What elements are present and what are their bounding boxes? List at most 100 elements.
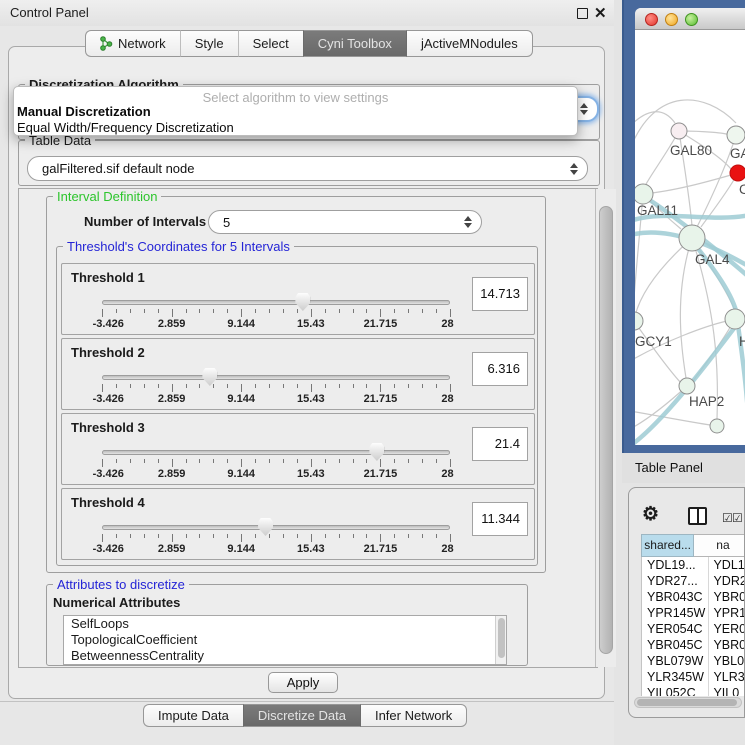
scale-label: 2.859 xyxy=(158,318,186,330)
attribute-list-item[interactable]: SelfLoops xyxy=(64,616,506,632)
table-row[interactable]: YLR345WYLR3 xyxy=(642,669,745,685)
threshold-value-field[interactable]: 21.4 xyxy=(472,427,528,461)
vertical-scrollbar-thumb[interactable] xyxy=(599,206,613,654)
network-node-gcy1[interactable] xyxy=(635,312,643,330)
threshold-value-field[interactable]: 6.316 xyxy=(472,352,528,386)
tab-jactivemnodules[interactable]: jActiveMNodules xyxy=(407,30,533,57)
network-node-gal80[interactable] xyxy=(671,123,687,139)
attribute-list-item[interactable]: TopologicalCoefficient xyxy=(64,632,506,648)
table-row[interactable]: YIL052CYIL0 xyxy=(642,685,745,696)
slider-scale-labels: -3.4262.8599.14415.4321.71528 xyxy=(102,393,450,405)
network-node-hap2[interactable] xyxy=(679,378,695,394)
network-node-label: GCY1 xyxy=(635,334,672,349)
scale-label: 15.43 xyxy=(297,393,325,405)
tab-label: Style xyxy=(195,36,224,51)
tab-discretize-data[interactable]: Discretize Data xyxy=(243,704,361,727)
network-node-ga[interactable] xyxy=(727,126,745,144)
table-row[interactable]: YDL19...YDL1 xyxy=(642,557,745,573)
network-node-gal11[interactable] xyxy=(635,184,653,204)
gear-icon[interactable]: ⚙ xyxy=(642,503,659,526)
network-node-label: GAL11 xyxy=(637,203,678,218)
threshold-label: Threshold 3 xyxy=(71,420,145,435)
checkbox-icon[interactable]: ☑ xyxy=(732,511,743,525)
horizontal-scrollbar[interactable] xyxy=(634,697,742,708)
network-canvas[interactable]: GAL80GACGAL11GAL4GCY1HHAP2 xyxy=(635,31,745,445)
attributes-group: Attributes to discretize Numerical Attri… xyxy=(46,584,528,666)
slider-track[interactable] xyxy=(102,300,450,305)
tab-style[interactable]: Style xyxy=(180,30,238,57)
num-intervals-value: 5 xyxy=(223,215,230,230)
threshold-value-field[interactable]: 11.344 xyxy=(472,502,528,536)
column-header-name[interactable]: na xyxy=(694,534,745,557)
column-header-shared[interactable]: shared... xyxy=(641,534,694,557)
table-row[interactable]: YBL079WYBL0 xyxy=(642,653,745,669)
vertical-scrollbar[interactable] xyxy=(595,189,616,667)
apply-button[interactable]: Apply xyxy=(268,672,338,693)
table-data-combo-value: galFiltered.sif default node xyxy=(42,161,194,176)
table-row[interactable]: YBR043CYBR0 xyxy=(642,589,745,605)
slider-scale-labels: -3.4262.8599.14415.4321.71528 xyxy=(102,543,450,555)
scale-label: 21.715 xyxy=(364,393,398,405)
scale-label: 28 xyxy=(441,393,453,405)
table-data-combo[interactable]: galFiltered.sif default node xyxy=(27,156,588,181)
tab-label: Select xyxy=(253,36,289,51)
tab-cyni-toolbox[interactable]: Cyni Toolbox xyxy=(303,30,407,57)
control-panel: Control Panel ✕ NetworkStyleSelectCyni T… xyxy=(0,0,614,745)
popup-option-equal-width[interactable]: Equal Width/Frequency Discretization xyxy=(17,120,234,135)
tab-label: Infer Network xyxy=(375,708,452,723)
threshold-row-3: Threshold 3-3.4262.8599.14415.4321.71528… xyxy=(61,413,535,485)
screenshot-root: Control Panel ✕ NetworkStyleSelectCyni T… xyxy=(0,0,745,745)
slider-ticks xyxy=(102,309,450,317)
network-edge xyxy=(635,100,736,149)
cell-shared-name: YLR345W xyxy=(642,669,709,685)
network-node-label: GAL4 xyxy=(695,252,730,267)
float-window-icon[interactable] xyxy=(577,8,588,19)
zoom-traffic-light-icon[interactable] xyxy=(685,13,698,26)
list-scrollbar-thumb[interactable] xyxy=(498,618,505,658)
numerical-attributes-label: Numerical Attributes xyxy=(53,595,180,610)
node-attribute-table: shared... na YDL19...YDL1YDR27...YDR2YBR… xyxy=(641,534,745,696)
scale-label: 28 xyxy=(441,468,453,480)
tab-select[interactable]: Select xyxy=(238,30,303,57)
tab-impute-data[interactable]: Impute Data xyxy=(143,704,243,727)
tab-infer-network[interactable]: Infer Network xyxy=(361,704,467,727)
network-node[interactable] xyxy=(710,419,724,433)
combo-stepper-icon xyxy=(570,163,578,175)
num-intervals-combo[interactable]: 5 xyxy=(208,210,482,234)
table-row[interactable]: YER054CYER0 xyxy=(642,621,745,637)
table-row[interactable]: YPR145WYPR1 xyxy=(642,605,745,621)
cell-name: YBR0 xyxy=(709,589,745,605)
cell-name: YDL1 xyxy=(709,557,745,573)
slider-track[interactable] xyxy=(102,375,450,380)
slider-track[interactable] xyxy=(102,525,450,530)
network-node-h[interactable] xyxy=(725,309,745,329)
numerical-attributes-list[interactable]: SelfLoopsTopologicalCoefficientBetweenne… xyxy=(63,615,507,665)
list-scrollbar[interactable] xyxy=(495,616,506,664)
threshold-value-field[interactable]: 14.713 xyxy=(472,277,528,311)
algorithm-dropdown-popup: Select algorithm to view settings Manual… xyxy=(13,86,578,136)
popup-option-manual[interactable]: Manual Discretization xyxy=(17,104,151,119)
minimize-traffic-light-icon[interactable] xyxy=(665,13,678,26)
scale-label: 15.43 xyxy=(297,468,325,480)
horizontal-scrollbar-thumb[interactable] xyxy=(637,699,737,706)
table-row[interactable]: YDR27...YDR2 xyxy=(642,573,745,589)
network-node-gal4[interactable] xyxy=(679,225,705,251)
close-traffic-light-icon[interactable] xyxy=(645,13,658,26)
network-node-c[interactable] xyxy=(730,165,745,181)
split-columns-icon[interactable] xyxy=(688,507,707,525)
group-title-attributes: Attributes to discretize xyxy=(53,577,189,592)
popup-placeholder: Select algorithm to view settings xyxy=(14,90,577,105)
table-row[interactable]: YBR045CYBR0 xyxy=(642,637,745,653)
tab-network[interactable]: Network xyxy=(85,30,180,57)
combo-stepper-icon xyxy=(580,103,588,115)
scale-label: 2.859 xyxy=(158,393,186,405)
scale-label: -3.426 xyxy=(93,393,124,405)
network-edge xyxy=(635,386,687,429)
slider-track[interactable] xyxy=(102,450,450,455)
table-rows[interactable]: YDL19...YDL1YDR27...YDR2YBR043CYBR0YPR14… xyxy=(641,557,745,696)
attribute-list-item[interactable]: BetweennessCentrality xyxy=(64,648,506,664)
network-window-titlebar[interactable] xyxy=(635,8,745,30)
close-icon[interactable]: ✕ xyxy=(594,4,607,22)
slider-ticks xyxy=(102,384,450,392)
cell-shared-name: YBR043C xyxy=(642,589,709,605)
